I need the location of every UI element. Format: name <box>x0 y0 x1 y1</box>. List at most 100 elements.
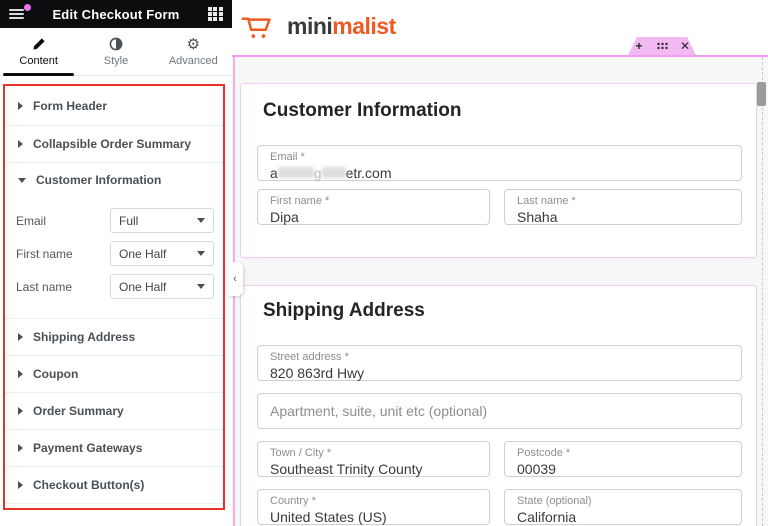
email-field[interactable]: Email * agetr.com <box>257 145 742 181</box>
town-city-field-label: Town / City * <box>270 447 477 460</box>
section-label: Order Summary <box>33 404 124 418</box>
last-name-field-value: Shaha <box>517 209 729 225</box>
section-label: Shipping Address <box>33 330 135 344</box>
delete-element-icon[interactable]: ✕ <box>679 40 691 52</box>
chevron-down-icon <box>18 178 26 183</box>
country-field-label: Country * <box>270 495 477 508</box>
redacted-text <box>278 167 314 178</box>
section-payment-gateways[interactable]: Payment Gateways <box>5 430 223 467</box>
email-width-select[interactable]: Full <box>110 208 214 233</box>
town-city-field[interactable]: Town / City * Southeast Trinity County <box>257 441 490 477</box>
control-row-email: Email Full <box>16 208 214 233</box>
shipping-address-card: Shipping Address Street address * 820 86… <box>240 285 757 526</box>
customer-information-card: Customer Information Email * agetr.com F… <box>240 83 757 258</box>
section-label: Customer Information <box>36 173 161 187</box>
postcode-field-value: 00039 <box>517 461 729 477</box>
last-name-width-select[interactable]: One Half <box>110 274 214 299</box>
panel-tabs: Content Style ⚙ Advanced <box>0 28 232 76</box>
element-handle: + ✕ <box>628 37 696 55</box>
email-field-value: agetr.com <box>270 165 729 181</box>
caret-down-icon <box>197 284 205 289</box>
widget-sections-accordion: Form Header Collapsible Order Summary Cu… <box>3 84 225 510</box>
pencil-icon <box>31 36 47 52</box>
section-coupon[interactable]: Coupon <box>5 356 223 393</box>
tab-content[interactable]: Content <box>0 28 77 75</box>
customer-information-heading: Customer Information <box>263 100 461 122</box>
apartment-field[interactable]: Apartment, suite, unit etc (optional) <box>257 393 742 429</box>
drag-handle-icon[interactable] <box>656 40 668 52</box>
caret-down-icon <box>197 218 205 223</box>
street-address-field-value: 820 863rd Hwy <box>270 365 729 381</box>
street-address-field[interactable]: Street address * 820 863rd Hwy <box>257 345 742 381</box>
state-field-value: California <box>517 509 729 525</box>
section-label: Collapsible Order Summary <box>33 137 191 151</box>
section-outline-top <box>232 55 768 57</box>
column-edge-dashed <box>762 57 763 526</box>
section-checkout-buttons[interactable]: Checkout Button(s) <box>5 467 223 504</box>
control-label: Last name <box>16 280 72 294</box>
chevron-right-icon <box>18 140 23 148</box>
contrast-icon <box>108 36 124 52</box>
first-name-field-label: First name * <box>270 195 477 208</box>
country-field-value: United States (US) <box>270 509 477 525</box>
select-value: One Half <box>119 247 166 261</box>
elementor-checkout-editor: Edit Checkout Form Content Style ⚙ Advan… <box>0 0 768 526</box>
chevron-right-icon <box>18 481 23 489</box>
shipping-address-heading: Shipping Address <box>263 300 425 322</box>
chevron-right-icon <box>18 407 23 415</box>
tab-style-label: Style <box>104 55 128 67</box>
control-row-first-name: First name One Half <box>16 241 214 266</box>
chevron-left-icon: ‹ <box>233 273 237 285</box>
control-label: Email <box>16 214 46 228</box>
postcode-field-label: Postcode * <box>517 447 729 460</box>
tab-advanced[interactable]: ⚙ Advanced <box>155 28 232 75</box>
editor-panel: Edit Checkout Form Content Style ⚙ Advan… <box>0 0 232 526</box>
redacted-text <box>322 167 346 178</box>
last-name-field[interactable]: Last name * Shaha <box>504 189 742 225</box>
hamburger-menu-icon[interactable] <box>9 9 24 20</box>
country-field[interactable]: Country * United States (US) <box>257 489 490 525</box>
section-label: Payment Gateways <box>33 441 142 455</box>
grid-apps-icon[interactable] <box>208 7 223 22</box>
notification-dot <box>24 4 31 11</box>
panel-header: Edit Checkout Form <box>0 0 232 28</box>
first-name-width-select[interactable]: One Half <box>110 241 214 266</box>
customer-information-controls: Email Full First name One Half Last name <box>5 197 223 319</box>
tab-style[interactable]: Style <box>77 28 154 75</box>
panel-title: Edit Checkout Form <box>52 7 179 22</box>
chevron-right-icon <box>18 102 23 110</box>
town-city-field-value: Southeast Trinity County <box>270 461 477 477</box>
section-collapsible-order-summary[interactable]: Collapsible Order Summary <box>5 126 223 163</box>
control-row-last-name: Last name One Half <box>16 274 214 299</box>
logo-wordmark: minimalist <box>287 13 396 40</box>
email-field-label: Email * <box>270 151 729 164</box>
section-shipping-address[interactable]: Shipping Address <box>5 319 223 356</box>
section-form-header[interactable]: Form Header <box>5 86 223 126</box>
first-name-field-value: Dipa <box>270 209 477 225</box>
select-value: One Half <box>119 280 166 294</box>
chevron-right-icon <box>18 444 23 452</box>
add-element-icon[interactable]: + <box>633 40 645 52</box>
caret-down-icon <box>197 251 205 256</box>
site-logo[interactable]: minimalist <box>241 12 396 41</box>
street-address-field-label: Street address * <box>270 351 729 364</box>
last-name-field-label: Last name * <box>517 195 729 208</box>
gear-icon: ⚙ <box>185 36 201 52</box>
preview-scrollbar-thumb[interactable] <box>757 82 766 106</box>
section-order-summary[interactable]: Order Summary <box>5 393 223 430</box>
select-value: Full <box>119 214 138 228</box>
state-field-label: State (optional) <box>517 495 729 508</box>
section-label: Checkout Button(s) <box>33 478 144 492</box>
state-field[interactable]: State (optional) California <box>504 489 742 525</box>
section-customer-information[interactable]: Customer Information <box>5 163 223 197</box>
postcode-field[interactable]: Postcode * 00039 <box>504 441 742 477</box>
tab-advanced-label: Advanced <box>169 55 218 67</box>
panel-collapse-toggle[interactable]: ‹ <box>227 262 243 296</box>
first-name-field[interactable]: First name * Dipa <box>257 189 490 225</box>
chevron-right-icon <box>18 370 23 378</box>
control-label: First name <box>16 247 73 261</box>
chevron-right-icon <box>18 333 23 341</box>
apartment-field-placeholder: Apartment, suite, unit etc (optional) <box>270 403 487 419</box>
section-label: Form Header <box>33 99 107 113</box>
tab-content-label: Content <box>19 55 58 67</box>
